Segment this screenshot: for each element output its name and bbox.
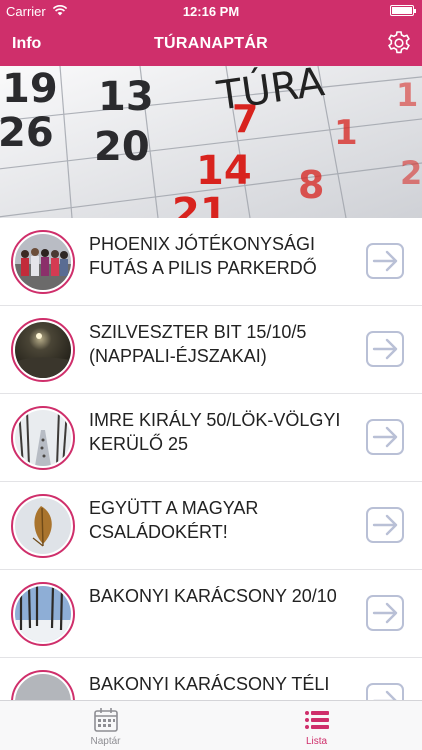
event-title: SZILVESZTER BIT 15/10/5 (NAPPALI-ÉJSZAKA… (89, 322, 307, 366)
event-list: PHOENIX JÓTÉKONYSÁGI FUTÁS A PILIS PARKE… (0, 218, 422, 700)
calendar-number: 20 (94, 124, 150, 170)
page-title: TÚRANAPTÁR (153, 35, 269, 52)
list-item[interactable]: EGYÜTT A MAGYAR CSALÁDOKÉRT! (0, 482, 422, 570)
arrow-right-icon (372, 514, 398, 536)
clock: 12:16 PM (182, 4, 240, 19)
event-thumbnail (11, 494, 75, 558)
arrow-right-icon (372, 602, 398, 624)
open-event-button[interactable] (366, 683, 404, 700)
list-item[interactable]: BAKONYI KARÁCSONY TÉLI (0, 658, 422, 700)
list-icon (305, 711, 329, 729)
event-title: PHOENIX JÓTÉKONYSÁGI FUTÁS A PILIS PARKE… (89, 234, 317, 278)
arrow-right-icon (372, 426, 398, 448)
list-item[interactable]: PHOENIX JÓTÉKONYSÁGI FUTÁS A PILIS PARKE… (0, 218, 422, 306)
open-event-button[interactable] (366, 243, 404, 279)
arrow-right-icon (372, 250, 398, 272)
battery-icon (390, 5, 416, 16)
tab-bar: Naptár Lista (0, 700, 422, 750)
calendar-number: 2 (400, 154, 422, 192)
event-title: BAKONYI KARÁCSONY TÉLI (89, 674, 330, 694)
calendar-number: 1 (396, 76, 418, 114)
arrow-right-icon (372, 338, 398, 360)
event-thumbnail (11, 582, 75, 646)
calendar-icon (94, 708, 118, 732)
arrow-right-icon (373, 690, 397, 700)
tab-list[interactable]: Lista (211, 701, 422, 750)
calendar-number: 21 (172, 190, 228, 218)
calendar-number: 26 (0, 110, 54, 156)
event-thumbnail (11, 230, 75, 294)
calendar-number: 14 (196, 148, 252, 194)
open-event-button[interactable] (366, 419, 404, 455)
event-thumbnail (11, 406, 75, 470)
open-event-button[interactable] (366, 507, 404, 543)
calendar-number: 13 (98, 74, 154, 120)
tab-label: Lista (305, 736, 328, 747)
tab-calendar[interactable]: Naptár (0, 701, 211, 750)
list-item[interactable]: BAKONYI KARÁCSONY 20/10 (0, 570, 422, 658)
gear-icon[interactable] (386, 30, 412, 56)
open-event-button[interactable] (366, 595, 404, 631)
event-thumbnail (11, 670, 75, 700)
status-bar: Carrier 12:16 PM (0, 0, 422, 22)
list-item[interactable]: SZILVESZTER BIT 15/10/5 (NAPPALI-ÉJSZAKA… (0, 306, 422, 394)
calendar-number: 19 (2, 66, 58, 112)
header-calendar-image: 19 13 26 20 7 14 21 1 8 1 2 TÚRA (0, 66, 422, 218)
open-event-button[interactable] (366, 331, 404, 367)
navigation-bar: Info TÚRANAPTÁR (0, 22, 422, 66)
event-thumbnail (11, 318, 75, 382)
event-title: IMRE KIRÁLY 50/LÖK-VÖLGYI KERÜLŐ 25 (89, 410, 341, 454)
calendar-number: 8 (298, 163, 324, 207)
list-item[interactable]: IMRE KIRÁLY 50/LÖK-VÖLGYI KERÜLŐ 25 (0, 394, 422, 482)
event-title: BAKONYI KARÁCSONY 20/10 (89, 586, 337, 606)
event-title: EGYÜTT A MAGYAR CSALÁDOKÉRT! (89, 498, 259, 542)
calendar-number: 1 (334, 113, 358, 153)
tab-label: Naptár (90, 736, 121, 747)
